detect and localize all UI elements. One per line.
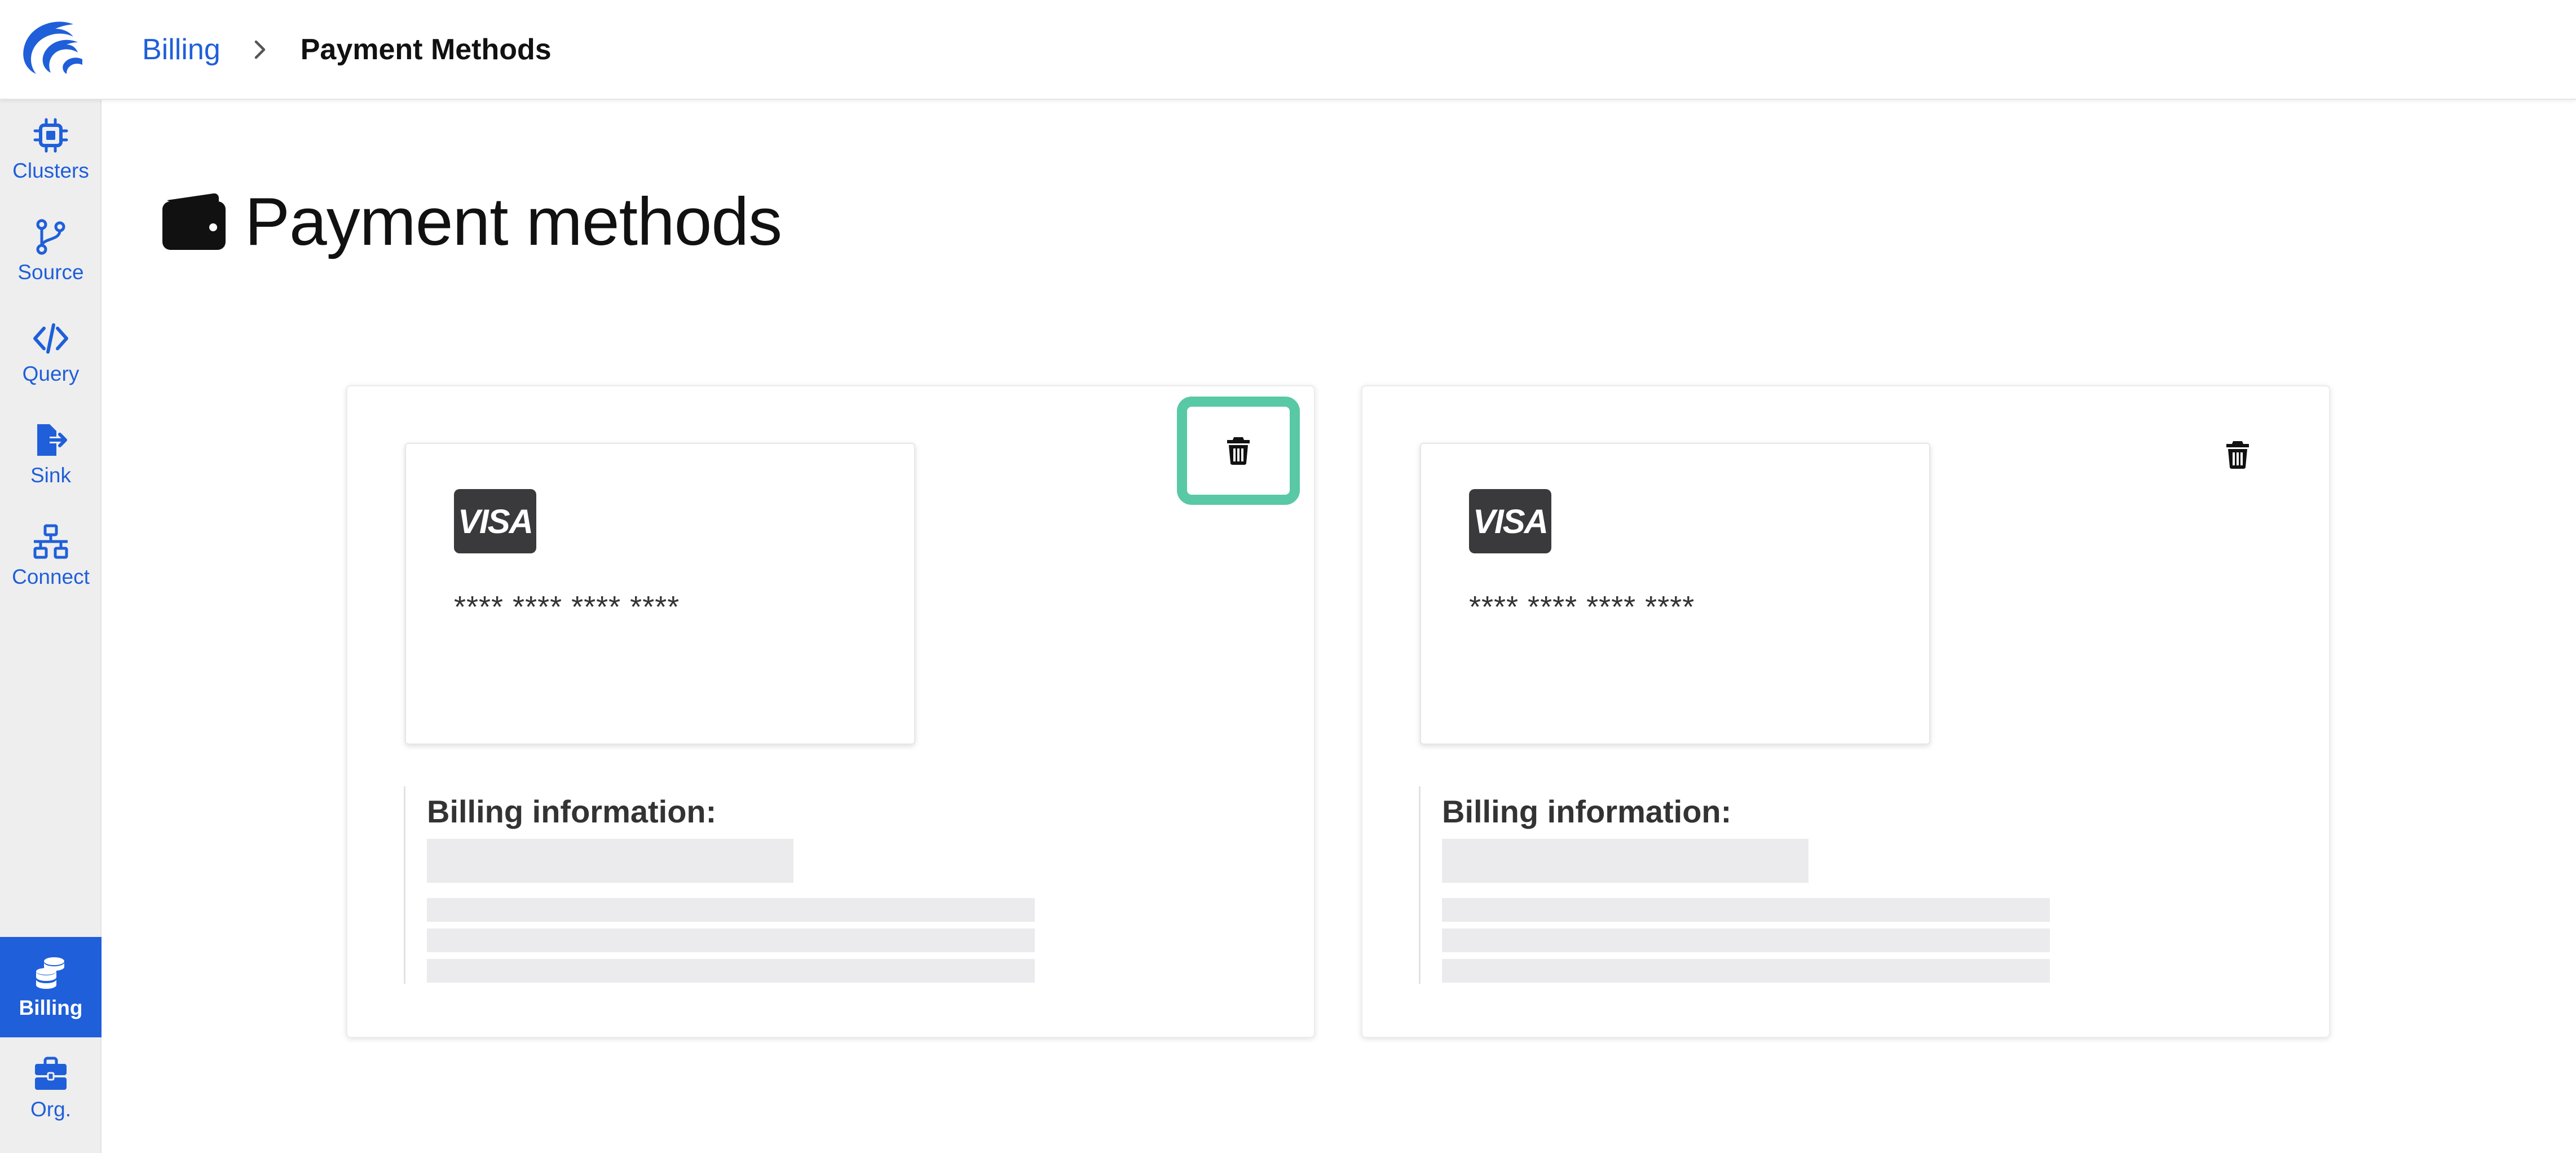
masked-card-number: **** **** **** **** bbox=[1469, 590, 1695, 624]
billing-information-heading: Billing information: bbox=[1442, 794, 1732, 829]
sidebar-item-billing[interactable]: Billing bbox=[0, 937, 102, 1037]
sidebar-item-query[interactable]: Query bbox=[0, 303, 102, 403]
credit-card-preview: VISA **** **** **** **** bbox=[405, 443, 915, 745]
chevron-right-icon bbox=[254, 40, 265, 59]
skeleton-placeholder bbox=[427, 839, 793, 883]
skeleton-placeholder bbox=[427, 928, 1035, 952]
sidebar-item-clusters[interactable]: Clusters bbox=[0, 100, 102, 200]
sidebar-item-connect[interactable]: Connect bbox=[0, 506, 102, 606]
credit-card-preview: VISA **** **** **** **** bbox=[1420, 443, 1930, 745]
sidebar: Clusters Source Query Sink Connect Billi… bbox=[0, 100, 102, 1153]
skeleton-placeholder bbox=[427, 898, 1035, 922]
sidebar-item-label: Query bbox=[22, 362, 80, 385]
sidebar-item-sink[interactable]: Sink bbox=[0, 404, 102, 505]
sidebar-item-label: Source bbox=[17, 261, 84, 284]
network-icon bbox=[33, 524, 68, 559]
sidebar-item-label: Clusters bbox=[12, 159, 89, 182]
breadcrumb: Billing Payment Methods bbox=[142, 27, 552, 72]
sidebar-item-label: Billing bbox=[19, 996, 83, 1019]
top-bar: Billing Payment Methods bbox=[0, 0, 2576, 100]
payment-method-card: VISA **** **** **** **** Billing informa… bbox=[346, 385, 1315, 1038]
breadcrumb-current: Payment Methods bbox=[300, 33, 552, 66]
sidebar-item-label: Connect bbox=[12, 565, 90, 588]
skeleton-placeholder bbox=[1442, 959, 2050, 983]
sidebar-item-org[interactable]: Org. bbox=[0, 1038, 102, 1139]
visa-logo: VISA bbox=[454, 489, 536, 553]
page-header: Payment methods bbox=[161, 184, 782, 259]
skeleton-placeholder bbox=[1442, 839, 1809, 883]
page-title: Payment methods bbox=[245, 184, 782, 259]
skeleton-placeholder bbox=[1442, 898, 2050, 922]
delete-payment-method-button[interactable] bbox=[1177, 397, 1300, 505]
payment-method-card: VISA **** **** **** **** Billing informa… bbox=[1361, 385, 2330, 1038]
trash-icon bbox=[2226, 441, 2249, 469]
skeleton-placeholder bbox=[1442, 928, 2050, 952]
code-icon bbox=[33, 323, 68, 354]
masked-card-number: **** **** **** **** bbox=[454, 590, 680, 624]
trash-icon bbox=[1227, 437, 1250, 465]
wallet-icon bbox=[162, 193, 226, 250]
breadcrumb-billing-link[interactable]: Billing bbox=[142, 33, 220, 67]
briefcase-icon bbox=[35, 1057, 67, 1090]
billing-information-section: Billing information: bbox=[1419, 786, 2096, 984]
cpu-chip-icon bbox=[33, 118, 68, 153]
billing-information-heading: Billing information: bbox=[427, 794, 717, 829]
visa-logo: VISA bbox=[1469, 489, 1551, 553]
sidebar-item-label: Org. bbox=[30, 1098, 71, 1121]
file-export-icon bbox=[37, 424, 67, 456]
billing-information-section: Billing information: bbox=[404, 786, 1080, 984]
logo-wave-icon[interactable] bbox=[17, 20, 83, 76]
delete-payment-method-button[interactable] bbox=[2204, 421, 2271, 488]
sidebar-item-source[interactable]: Source bbox=[0, 201, 102, 302]
coins-icon bbox=[36, 957, 64, 989]
sidebar-item-label: Sink bbox=[30, 464, 71, 487]
skeleton-placeholder bbox=[427, 959, 1035, 983]
git-branch-icon bbox=[36, 219, 65, 255]
